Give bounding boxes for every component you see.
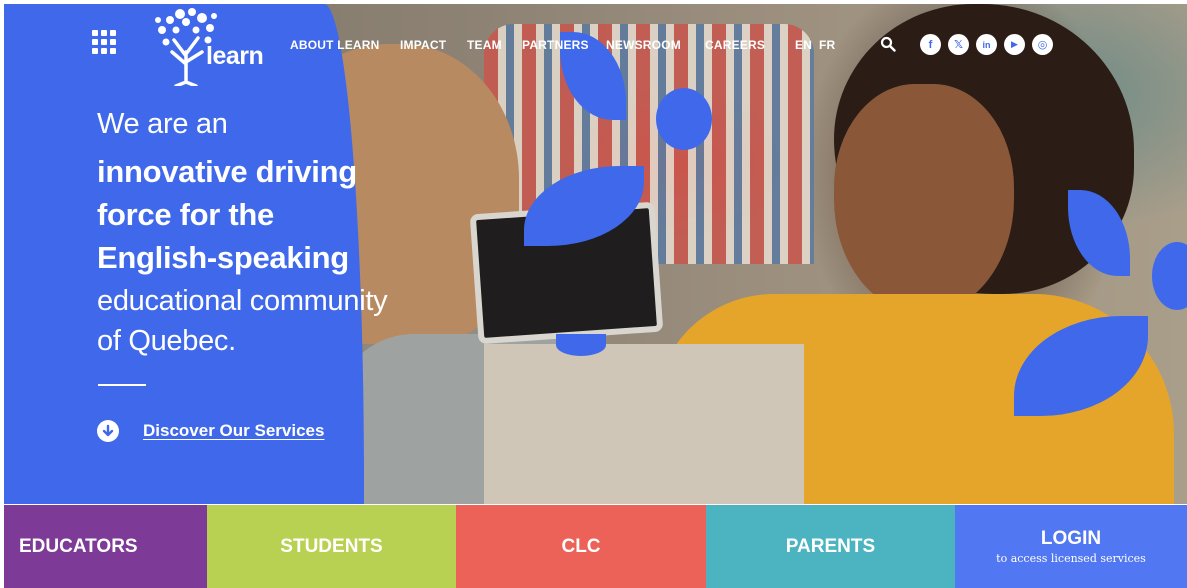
audience-tiles: EDUCATORS STUDENTS CLC PARENTS LOGIN to … [4,505,1187,588]
tile-clc-label: CLC [561,535,601,557]
headline-divider [98,384,146,386]
hero-headline: We are an innovative driving force for t… [97,104,388,361]
top-navigation: learn ABOUT LEARN IMPACT TEAM PARTNERS N… [0,0,1187,92]
headline-bold-1: innovative driving [97,154,357,189]
headline-line-3: of Quebec. [97,325,236,357]
tile-students-label: STUDENTS [280,535,383,557]
leaf-shape [556,334,606,356]
tile-parents-label: PARENTS [785,535,876,557]
lang-en[interactable]: EN [795,38,812,52]
nav-impact[interactable]: IMPACT [400,38,446,52]
nav-newsroom[interactable]: NEWSROOM [606,38,681,52]
arrow-down-circle-icon [97,420,119,442]
tile-login-sublabel: to access licensed services [996,552,1146,565]
apps-grid-icon[interactable] [92,30,116,54]
tile-educators[interactable]: EDUCATORS [4,505,207,588]
tile-educators-label: EDUCATORS [19,535,138,557]
discover-services-link[interactable]: Discover Our Services [97,420,324,442]
discover-services-label: Discover Our Services [143,421,325,440]
search-icon[interactable] [880,36,896,52]
x-icon[interactable]: 𝕏 [948,34,969,55]
tile-parents[interactable]: PARENTS [706,505,955,588]
linkedin-icon[interactable]: in [976,34,997,55]
lang-fr[interactable]: FR [819,38,835,52]
leaf-shape [656,88,712,150]
tile-clc[interactable]: CLC [456,505,706,588]
instagram-icon[interactable]: ◎ [1032,34,1053,55]
headline-line-1: We are an [97,108,228,140]
tile-login-label: LOGIN [1040,528,1102,549]
tile-login[interactable]: LOGIN to access licensed services [955,505,1187,588]
headline-bold-2: force for the [97,197,274,232]
nav-team[interactable]: TEAM [467,38,502,52]
headline-line-2: educational community [97,285,388,317]
logo-wordmark: learn [206,42,264,70]
photo-teacher-face [834,84,1014,314]
learn-logo[interactable]: learn [150,4,265,86]
headline-bold-3: English-speaking [97,240,349,275]
nav-careers[interactable]: CAREERS [705,38,765,52]
tile-students[interactable]: STUDENTS [207,505,456,588]
nav-partners[interactable]: PARTNERS [522,38,589,52]
nav-about-learn[interactable]: ABOUT LEARN [290,38,380,52]
facebook-icon[interactable]: f [920,34,941,55]
youtube-icon[interactable]: ▶ [1004,34,1025,55]
photo-table [484,344,804,504]
